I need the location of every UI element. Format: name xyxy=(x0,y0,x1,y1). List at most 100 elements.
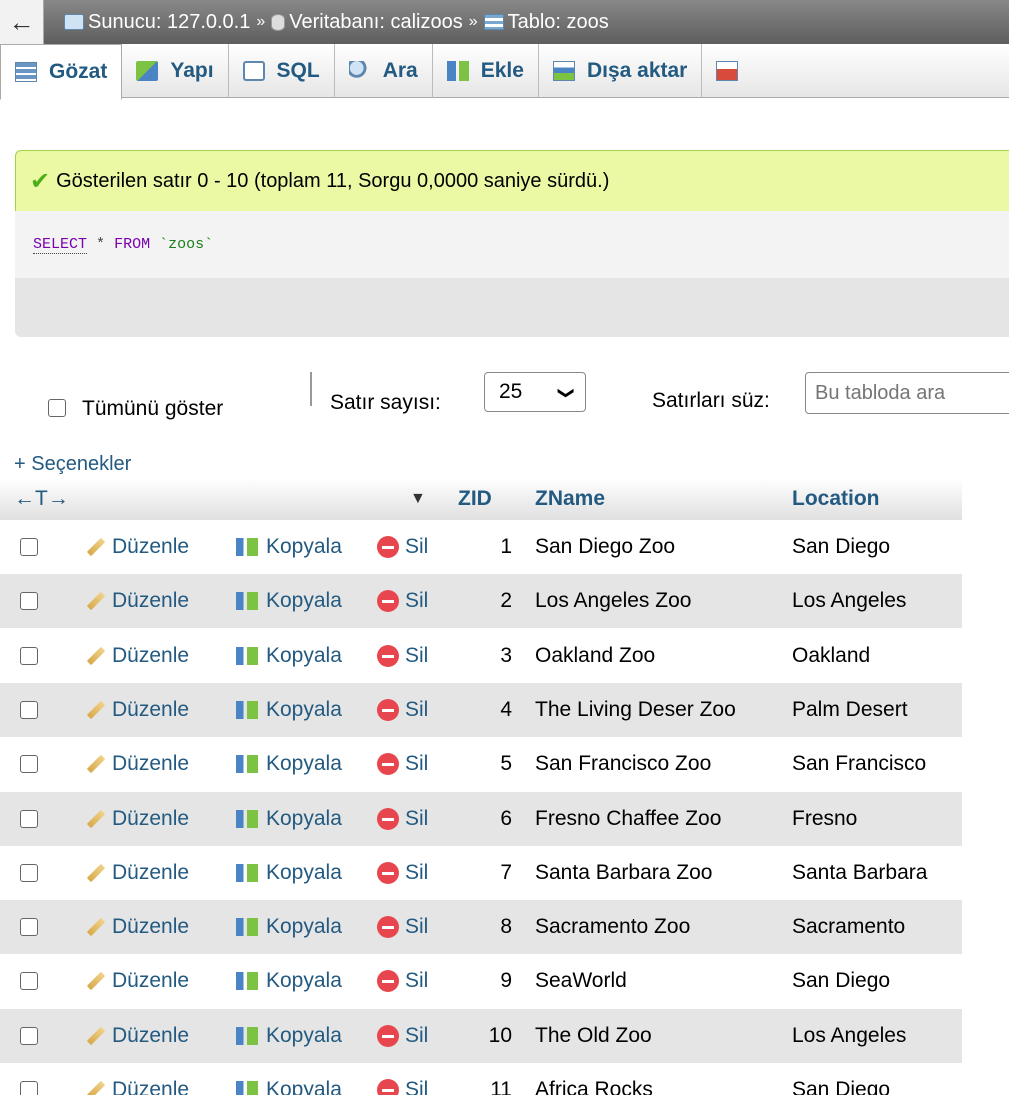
cell-zname[interactable]: Santa Barbara Zoo xyxy=(535,846,712,900)
row-select-checkbox[interactable] xyxy=(20,737,38,791)
edit-row-button[interactable]: Düzenle xyxy=(86,574,189,628)
copy-label[interactable]: Kopyala xyxy=(266,698,342,722)
copy-label[interactable]: Kopyala xyxy=(266,861,342,885)
delete-label[interactable]: Sil xyxy=(405,861,428,885)
cell-location[interactable]: Oakland xyxy=(792,629,870,683)
delete-label[interactable]: Sil xyxy=(405,698,428,722)
copy-row-button[interactable]: Kopyala xyxy=(236,683,342,737)
delete-row-button[interactable]: Sil xyxy=(377,792,428,846)
copy-row-button[interactable]: Kopyala xyxy=(236,520,342,574)
delete-row-button[interactable]: Sil xyxy=(377,574,428,628)
delete-label[interactable]: Sil xyxy=(405,644,428,668)
delete-row-button[interactable]: Sil xyxy=(377,1063,428,1095)
breadcrumb-server[interactable]: Sunucu: 127.0.0.1 xyxy=(64,11,250,34)
tab-browse[interactable]: Gözat xyxy=(0,44,123,100)
cell-zid[interactable]: 6 xyxy=(450,792,512,846)
cell-zid[interactable]: 9 xyxy=(450,954,512,1008)
edit-row-button[interactable]: Düzenle xyxy=(86,1063,189,1095)
edit-label[interactable]: Düzenle xyxy=(112,807,189,831)
show-all-label[interactable]: Tümünü göster xyxy=(82,397,223,421)
cell-zname[interactable]: San Francisco Zoo xyxy=(535,737,711,791)
cell-location[interactable]: Los Angeles xyxy=(792,1009,906,1063)
copy-row-button[interactable]: Kopyala xyxy=(236,900,342,954)
cell-location[interactable]: Fresno xyxy=(792,792,857,846)
copy-row-button[interactable]: Kopyala xyxy=(236,737,342,791)
cell-zid[interactable]: 1 xyxy=(450,520,512,574)
sort-chevron-icon[interactable]: ▼ xyxy=(410,490,426,508)
column-header-zname-label[interactable]: ZName xyxy=(535,487,605,511)
cell-location[interactable]: San Francisco xyxy=(792,737,926,791)
edit-label[interactable]: Düzenle xyxy=(112,1024,189,1048)
delete-row-button[interactable]: Sil xyxy=(377,846,428,900)
delete-row-button[interactable]: Sil xyxy=(377,1009,428,1063)
row-select-checkbox[interactable] xyxy=(20,574,38,628)
tab-export[interactable]: Dışa aktar xyxy=(539,44,703,98)
edit-label[interactable]: Düzenle xyxy=(112,752,189,776)
copy-row-button[interactable]: Kopyala xyxy=(236,1063,342,1095)
edit-label[interactable]: Düzenle xyxy=(112,589,189,613)
cell-zname[interactable]: SeaWorld xyxy=(535,954,627,1008)
cell-zid[interactable]: 4 xyxy=(450,683,512,737)
copy-label[interactable]: Kopyala xyxy=(266,969,342,993)
cell-location[interactable]: Sacramento xyxy=(792,900,905,954)
cell-zname[interactable]: Sacramento Zoo xyxy=(535,900,690,954)
row-select-checkbox[interactable] xyxy=(20,900,38,954)
cell-zname[interactable]: The Living Deser Zoo xyxy=(535,683,736,737)
row-select-checkbox[interactable] xyxy=(20,1009,38,1063)
tab-search[interactable]: Ara xyxy=(335,44,433,98)
column-header-zname[interactable]: ZName xyxy=(523,478,782,520)
breadcrumb-server-label[interactable]: Sunucu: 127.0.0.1 xyxy=(88,11,250,34)
breadcrumb-database-label[interactable]: Veritabanı: calizoos xyxy=(289,11,462,34)
cell-zname[interactable]: San Diego Zoo xyxy=(535,520,675,574)
cell-zid[interactable]: 7 xyxy=(450,846,512,900)
cell-zname[interactable]: Los Angeles Zoo xyxy=(535,574,691,628)
cell-location[interactable]: San Diego xyxy=(792,954,890,1008)
copy-label[interactable]: Kopyala xyxy=(266,1024,342,1048)
back-button[interactable]: ← xyxy=(0,0,44,44)
copy-row-button[interactable]: Kopyala xyxy=(236,846,342,900)
column-resize-arrows[interactable]: ←T→ xyxy=(14,487,69,511)
edit-label[interactable]: Düzenle xyxy=(112,915,189,939)
copy-row-button[interactable]: Kopyala xyxy=(236,574,342,628)
breadcrumb-table[interactable]: Tablo: zoos xyxy=(483,11,609,34)
column-header-zid[interactable]: ZID xyxy=(450,478,523,520)
edit-row-button[interactable]: Düzenle xyxy=(86,900,189,954)
edit-label[interactable]: Düzenle xyxy=(112,969,189,993)
edit-row-button[interactable]: Düzenle xyxy=(86,683,189,737)
cell-zid[interactable]: 8 xyxy=(450,900,512,954)
rows-count-select[interactable]: 25 ❯ xyxy=(484,372,586,412)
options-link[interactable]: + Seçenekler xyxy=(14,453,131,476)
copy-label[interactable]: Kopyala xyxy=(266,752,342,776)
delete-row-button[interactable]: Sil xyxy=(377,900,428,954)
copy-label[interactable]: Kopyala xyxy=(266,535,342,559)
row-select-checkbox[interactable] xyxy=(20,792,38,846)
delete-label[interactable]: Sil xyxy=(405,1078,428,1095)
tab-import[interactable] xyxy=(702,44,750,98)
copy-label[interactable]: Kopyala xyxy=(266,589,342,613)
delete-row-button[interactable]: Sil xyxy=(377,954,428,1008)
cell-location[interactable]: San Diego xyxy=(792,520,890,574)
delete-label[interactable]: Sil xyxy=(405,807,428,831)
cell-zid[interactable]: 5 xyxy=(450,737,512,791)
row-select-checkbox[interactable] xyxy=(20,1063,38,1095)
column-header-location-label[interactable]: Location xyxy=(792,487,880,511)
delete-label[interactable]: Sil xyxy=(405,589,428,613)
row-select-checkbox[interactable] xyxy=(20,683,38,737)
row-select-checkbox[interactable] xyxy=(20,629,38,683)
edit-label[interactable]: Düzenle xyxy=(112,535,189,559)
cell-zid[interactable]: 11 xyxy=(450,1063,512,1095)
row-select-checkbox[interactable] xyxy=(20,954,38,1008)
cell-zid[interactable]: 3 xyxy=(450,629,512,683)
breadcrumb-database[interactable]: Veritabanı: calizoos xyxy=(271,11,463,34)
cell-zname[interactable]: Fresno Chaffee Zoo xyxy=(535,792,721,846)
cell-location[interactable]: Los Angeles xyxy=(792,574,906,628)
copy-label[interactable]: Kopyala xyxy=(266,807,342,831)
delete-label[interactable]: Sil xyxy=(405,915,428,939)
edit-label[interactable]: Düzenle xyxy=(112,1078,189,1095)
cell-location[interactable]: Santa Barbara xyxy=(792,846,927,900)
copy-row-button[interactable]: Kopyala xyxy=(236,792,342,846)
cell-location[interactable]: Palm Desert xyxy=(792,683,908,737)
sql-query[interactable]: SELECT * FROM `zoos` xyxy=(15,211,1009,278)
cell-zid[interactable]: 10 xyxy=(450,1009,512,1063)
column-header-location[interactable]: Location xyxy=(782,478,962,520)
